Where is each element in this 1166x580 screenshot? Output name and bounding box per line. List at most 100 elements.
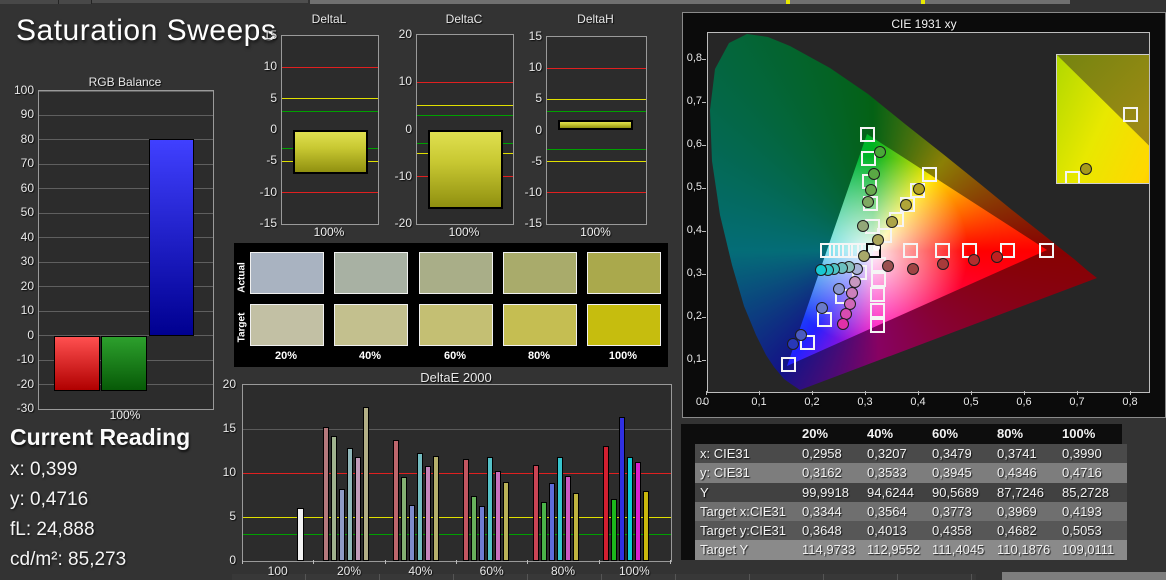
deltae-bar — [627, 457, 633, 561]
cie-measured-marker-yellow — [899, 199, 912, 212]
table-row-strip — [681, 444, 695, 464]
deltac-chart[interactable] — [416, 34, 514, 225]
deltal-chart[interactable] — [281, 35, 379, 225]
top-tab-strip-segment[interactable] — [59, 0, 92, 4]
table-row[interactable]: y: CIE31 0,3162 0,3533 0,3945 0,4346 0,4716 — [681, 463, 1127, 483]
deltae-bar — [611, 499, 617, 561]
table-cell: 111,4045 — [932, 540, 997, 560]
deltae-bar — [323, 427, 329, 561]
saturation-data-table[interactable]: 20% 40% 60% 80% 100% x: CIE31 0,2958 0,3207 0,34… — [681, 424, 1127, 560]
cie-measured-marker-green — [862, 195, 875, 208]
table-header-cell: 20% — [802, 426, 829, 441]
limit-line-red — [282, 192, 378, 194]
deltah-title: DeltaH — [577, 12, 614, 26]
rgb-balance-chart[interactable] — [38, 90, 214, 410]
rgb-balance-x-label: 100% — [109, 408, 141, 422]
deltae-bar — [533, 465, 539, 561]
rgb-y-tick-label: 60 — [20, 180, 34, 195]
limit-line-green — [547, 111, 646, 113]
current-reading-cdm2: cd/m²: 85,273 — [10, 549, 127, 570]
top-slider-track[interactable] — [310, 0, 1070, 4]
deltae-bar — [355, 457, 361, 561]
delta-y-tick-label: 10 — [528, 60, 542, 75]
current-reading-block: Current Reading x: 0,399 y: 0,4716 fL: 2… — [10, 424, 235, 571]
table-cell: 0,3945 — [932, 463, 997, 483]
rgb-bar-green — [101, 335, 147, 391]
rgb-y-tick-label: -20 — [16, 376, 34, 391]
deltae-bar — [487, 457, 493, 561]
table-cell: 0,4346 — [997, 463, 1062, 483]
deltal-title: DeltaL — [311, 12, 347, 26]
cie-measured-marker-red — [967, 254, 980, 267]
table-row-label: y: CIE31 — [695, 463, 802, 483]
swatch-actual — [503, 252, 577, 294]
cie-measured-marker-magenta — [848, 275, 861, 288]
cie-title: CIE 1931 xy — [891, 17, 957, 31]
table-row[interactable]: Target y:CIE31 0,3648 0,4013 0,4358 0,4682 0,… — [681, 521, 1127, 541]
table-header-row: 20% 40% 60% 80% 100% — [681, 424, 1122, 444]
deltal-x-label: 100% — [313, 225, 345, 239]
cie-plot[interactable] — [707, 32, 1150, 393]
cie-measured-marker-magenta — [837, 318, 850, 331]
delta-y-tick-label: 5 — [270, 90, 277, 105]
swatch-row-label: Target — [236, 312, 248, 343]
rgb-y-tick-label: -30 — [16, 401, 34, 415]
limit-line-red — [282, 66, 378, 68]
rgb-y-tick-label: 0 — [27, 327, 34, 342]
deltae-bar — [363, 407, 369, 561]
cie-target-marker-red — [903, 242, 919, 258]
rgb-y-tick-label: 70 — [20, 156, 34, 171]
cie-target-marker-blue — [817, 311, 833, 327]
current-reading-title: Current Reading — [10, 424, 191, 450]
deltae-bar — [573, 493, 579, 561]
deltae-bar — [417, 452, 423, 561]
top-panel-edge — [92, 0, 308, 3]
limit-line-red — [417, 81, 513, 83]
top-tab-strip-segment[interactable] — [0, 0, 59, 4]
table-row-label: Target x:CIE31 — [695, 501, 802, 522]
deltah-chart[interactable] — [546, 36, 647, 225]
cie-zoom-inset[interactable] — [1056, 54, 1149, 184]
table-row[interactable]: Y 99,9918 94,6244 90,5689 87,7246 85,2728 — [681, 482, 1127, 502]
delta-y-tick-label: 15 — [528, 29, 542, 43]
cie-1931-panel[interactable]: CIE 1931 xy — [682, 12, 1166, 418]
gridline — [39, 91, 213, 92]
deltae-bar — [425, 465, 431, 561]
table-row[interactable]: x: CIE31 0,2958 0,3207 0,3479 0,3741 0,3990 — [681, 444, 1127, 464]
rgb-y-tick-label: 30 — [20, 254, 34, 269]
cie-measured-marker-yellow — [858, 250, 871, 263]
cie-inset-target-marker — [1123, 107, 1138, 122]
cie-measured-marker-blue — [832, 282, 845, 295]
table-cell: 0,3344 — [802, 501, 867, 522]
page-title: Saturation Sweeps — [16, 14, 277, 47]
table-row-label: Target y:CIE31 — [695, 521, 802, 541]
rgb-y-tick-label: 10 — [20, 303, 34, 318]
table-cell: 112,9552 — [867, 540, 932, 560]
cie-target-marker-yellow — [922, 167, 938, 183]
swatch-target — [250, 304, 324, 346]
table-cell: 0,3990 — [1062, 444, 1127, 464]
table-cell: 0,3162 — [802, 463, 867, 483]
table-row-strip — [681, 521, 695, 541]
color-swatch-panel[interactable]: Actual Target 20% 40% 60% 80% 100% — [234, 243, 668, 367]
table-cell: 110,1876 — [997, 540, 1062, 560]
deltae-bar — [565, 475, 571, 561]
delta-y-tick-label: -20 — [394, 216, 412, 230]
table-cell: 0,4682 — [997, 521, 1062, 541]
limit-line-green — [547, 148, 646, 150]
table-header-cell: 60% — [932, 426, 959, 441]
deltae-chart[interactable] — [242, 384, 672, 562]
delta-y-tick-label: -10 — [524, 184, 542, 199]
table-cell: 0,4358 — [932, 521, 997, 541]
table-row[interactable]: Target Y 114,9733 112,9552 111,4045 110,1876… — [681, 540, 1127, 560]
deltae-bar — [471, 495, 477, 561]
table-row-strip — [681, 540, 695, 560]
cie-target-marker-magenta — [870, 287, 886, 303]
cie-measured-marker-green — [856, 219, 869, 232]
bottom-scrollbar[interactable] — [1002, 572, 1166, 580]
table-row[interactable]: Target x:CIE31 0,3344 0,3564 0,3773 0,3969 0,… — [681, 501, 1127, 522]
table-row-strip — [681, 463, 695, 483]
delta-bar — [558, 119, 633, 131]
table-cell: 99,9918 — [802, 482, 867, 502]
cie-target-marker-green — [859, 127, 875, 143]
